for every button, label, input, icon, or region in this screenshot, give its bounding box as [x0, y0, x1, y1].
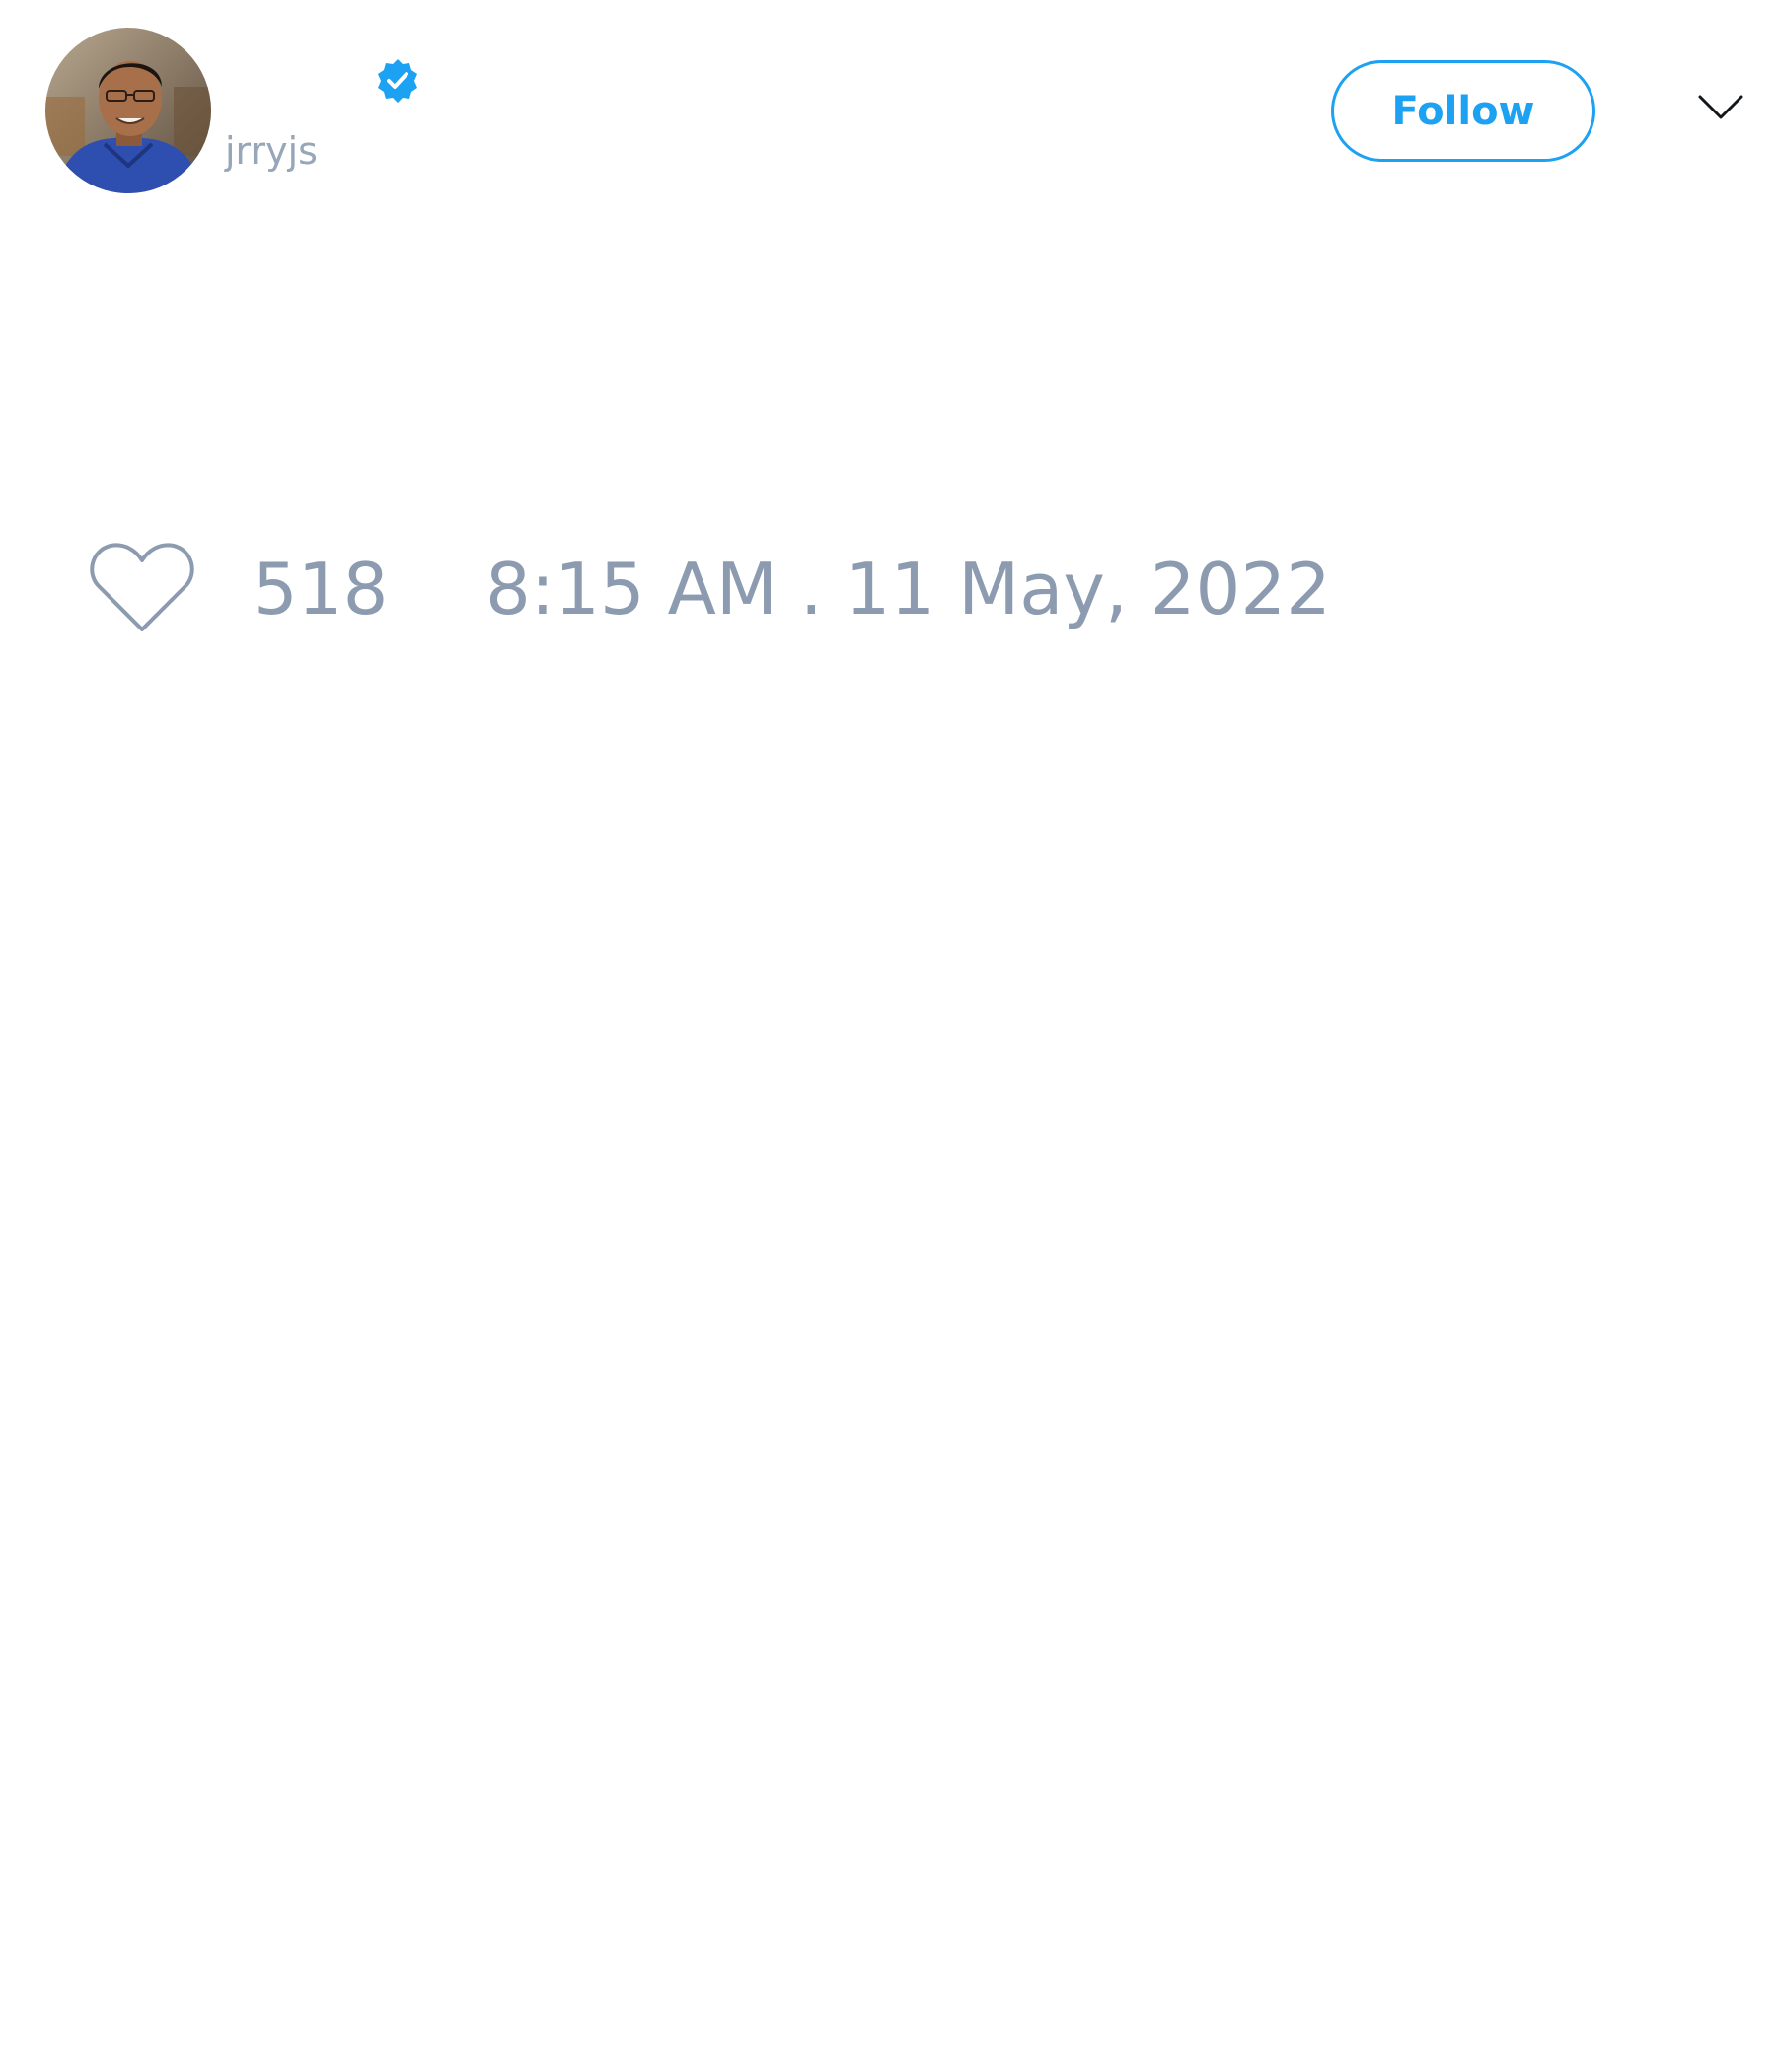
avatar[interactable]	[45, 28, 211, 193]
heart-icon[interactable]	[89, 541, 195, 635]
avatar-image	[45, 28, 211, 193]
user-handle[interactable]: jrryjs	[225, 126, 318, 176]
tweet-card: jrryjs Follow 518 8:15 AM . 11 May, 2022	[0, 0, 1776, 2072]
verified-badge-icon	[378, 59, 417, 103]
tweet-timestamp[interactable]: 8:15 AM . 11 May, 2022	[485, 548, 1331, 630]
follow-button[interactable]: Follow	[1331, 60, 1595, 162]
chevron-down-icon[interactable]	[1697, 93, 1744, 122]
like-count: 518	[253, 548, 389, 630]
